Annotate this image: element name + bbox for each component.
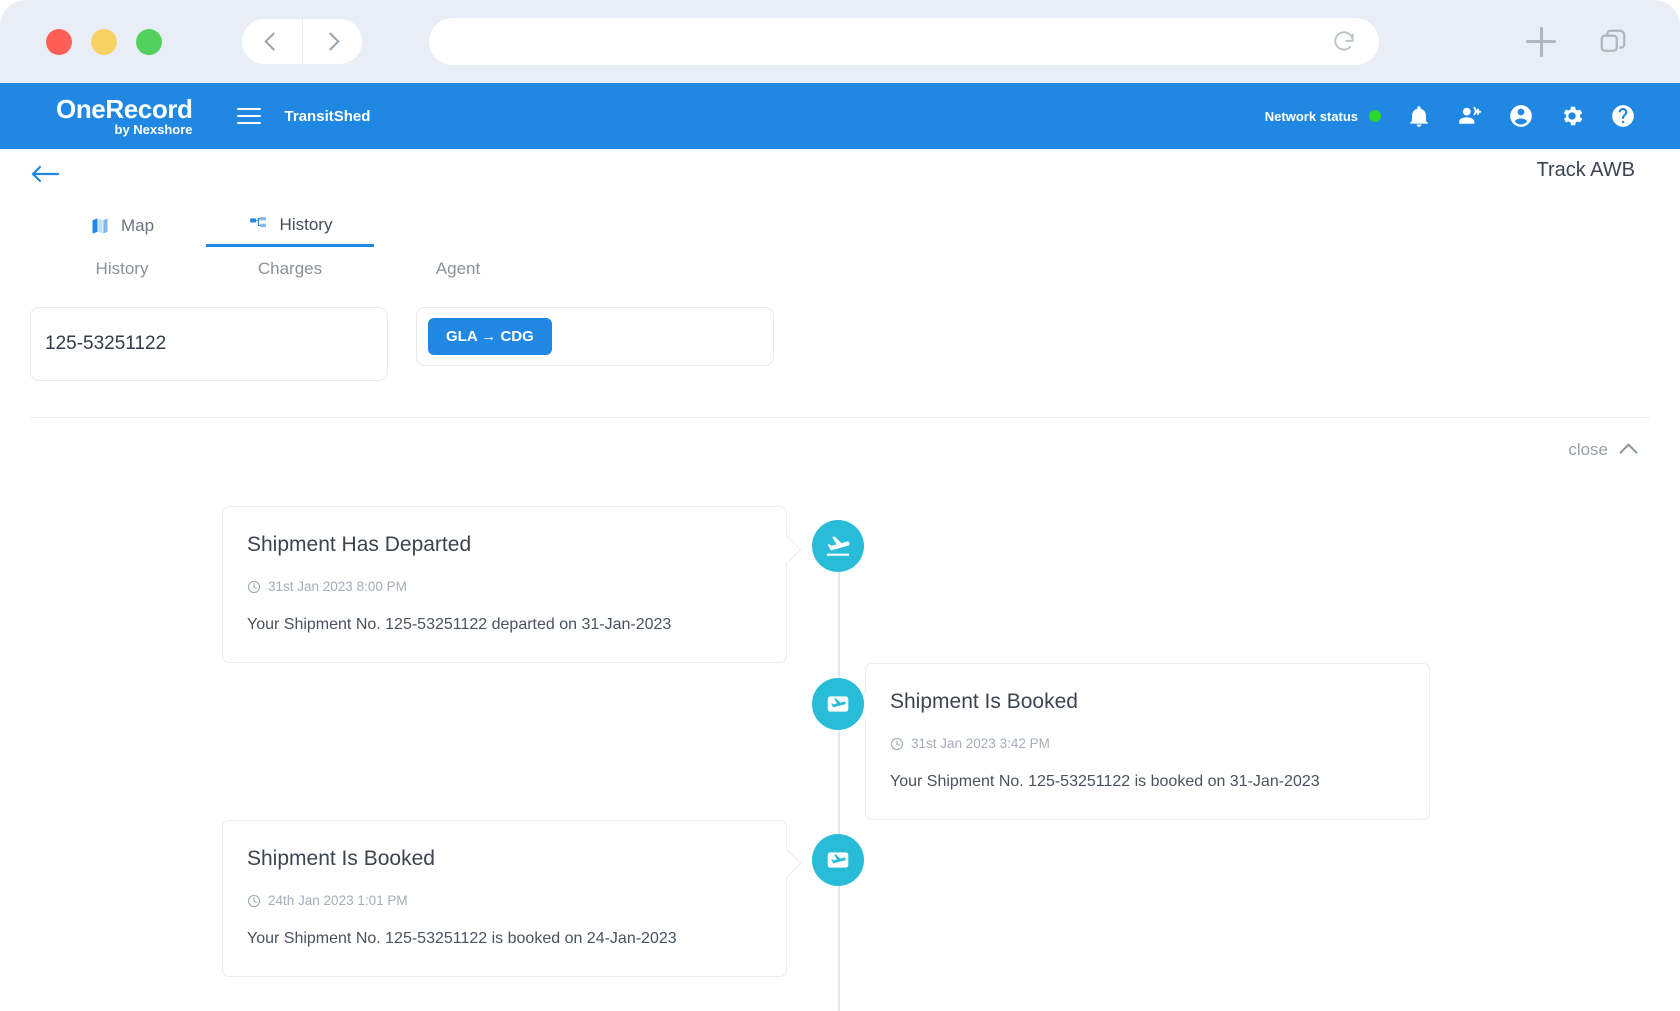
tab-history-label: History [279,214,333,234]
app-header-actions: Network status [1265,103,1636,129]
window-traffic-lights [46,28,162,55]
tab-map-label: Map [120,216,155,235]
timeline-node[interactable] [812,678,864,730]
back-arrow-icon[interactable] [30,163,60,185]
back-button[interactable] [242,19,303,64]
app-logo[interactable]: OneRecord by Nexshore [56,96,193,136]
collapse-label: close [1568,440,1608,459]
plus-icon[interactable] [1526,26,1556,57]
clock-icon [247,894,261,907]
page-title: Track AWB [1536,159,1635,181]
timeline-event-description: Your Shipment No. 125-53251122 departed … [247,616,672,633]
app-header: OneRecord by Nexshore TransitShed Networ… [0,83,1680,149]
timeline-event-time-row: 24th Jan 2023 1:01 PM [247,893,762,908]
timeline-event-description: Your Shipment No. 125-53251122 is booked… [247,930,677,947]
reload-icon[interactable] [1331,29,1357,55]
timeline-event-time: 24th Jan 2023 1:01 PM [268,893,408,908]
tab-history[interactable]: History [206,205,374,247]
timeline-event-title: Shipment Is Booked [247,847,435,870]
route-chip[interactable]: GLA → CDG [428,318,552,355]
module-title: TransitShed [284,107,371,125]
timeline-card[interactable]: Shipment Is Booked 24th Jan 2023 1:01 PM… [222,820,787,977]
tab-map[interactable]: Map [38,205,206,247]
history-timeline: Shipment Has Departed 31st Jan 2023 8:00… [0,488,1680,1011]
app-window: OneRecord by Nexshore TransitShed Networ… [0,0,1680,1011]
flight-booked-icon [827,852,849,868]
timeline-event-description: Your Shipment No. 125-53251122 is booked… [890,773,1320,790]
awb-summary-row: 125-53251122 GLA → CDG [30,307,1680,381]
browser-nav-buttons [242,19,362,64]
timeline-card[interactable]: Shipment Is Booked 31st Jan 2023 3:42 PM… [865,663,1430,820]
awb-number-card[interactable]: 125-53251122 [30,307,388,381]
map-icon [92,218,108,234]
network-status: Network status [1265,109,1381,124]
clock-icon [247,580,261,593]
notifications-bell-icon[interactable] [1406,103,1432,129]
history-tree-icon [249,216,266,227]
chevron-up-icon [1619,442,1638,462]
maximize-window-button[interactable] [136,28,162,55]
menu-hamburger-icon[interactable] [236,103,261,129]
network-status-label: Network status [1264,108,1358,124]
browser-chrome-actions [1526,26,1628,57]
timeline-node[interactable] [812,834,864,886]
section-divider [30,417,1650,418]
collapse-toggle[interactable]: close [0,440,1638,462]
brand-name: OneRecord [56,94,193,124]
subtab-charges[interactable]: Charges [206,259,374,279]
timeline-node[interactable] [812,520,864,572]
close-window-button[interactable] [46,28,72,55]
timeline-event-time-row: 31st Jan 2023 3:42 PM [890,736,1405,751]
forward-button[interactable] [303,19,363,64]
chevron-right-icon [321,32,340,51]
clock-icon [890,737,904,750]
timeline-event-time: 31st Jan 2023 3:42 PM [911,736,1050,751]
chevron-left-icon [264,32,283,51]
help-icon[interactable] [1610,103,1636,129]
flight-takeoff-icon [826,536,850,556]
flight-booked-icon [827,696,849,712]
subtab-agent[interactable]: Agent [374,259,542,279]
timeline-event-time: 31st Jan 2023 8:00 PM [268,579,407,594]
settings-gear-icon[interactable] [1559,103,1585,129]
route-card: GLA → CDG [416,307,774,366]
timeline-event-title: Shipment Is Booked [890,690,1078,713]
tabs-overview-icon[interactable] [1598,27,1628,57]
awb-number: 125-53251122 [45,333,167,354]
browser-chrome [0,0,1680,83]
page-top-row: Track AWB [0,149,1680,205]
timeline-spine [838,526,840,1011]
timeline-event-title: Shipment Has Departed [247,533,472,556]
address-bar[interactable] [429,18,1379,65]
timeline-event-time-row: 31st Jan 2023 8:00 PM [247,579,762,594]
network-status-indicator-icon [1369,110,1381,122]
minimize-window-button[interactable] [91,28,117,55]
secondary-tabs: History Charges Agent [38,259,1680,279]
brand-sub: by Nexshore [114,122,193,137]
timeline-card[interactable]: Shipment Has Departed 31st Jan 2023 8:00… [222,506,787,663]
page-content: Track AWB Map History History Charges Ag… [0,149,1680,1011]
subtab-history[interactable]: History [38,259,206,279]
add-user-icon[interactable] [1457,103,1483,129]
account-circle-icon[interactable] [1508,103,1534,129]
primary-tabs: Map History [38,205,1680,247]
